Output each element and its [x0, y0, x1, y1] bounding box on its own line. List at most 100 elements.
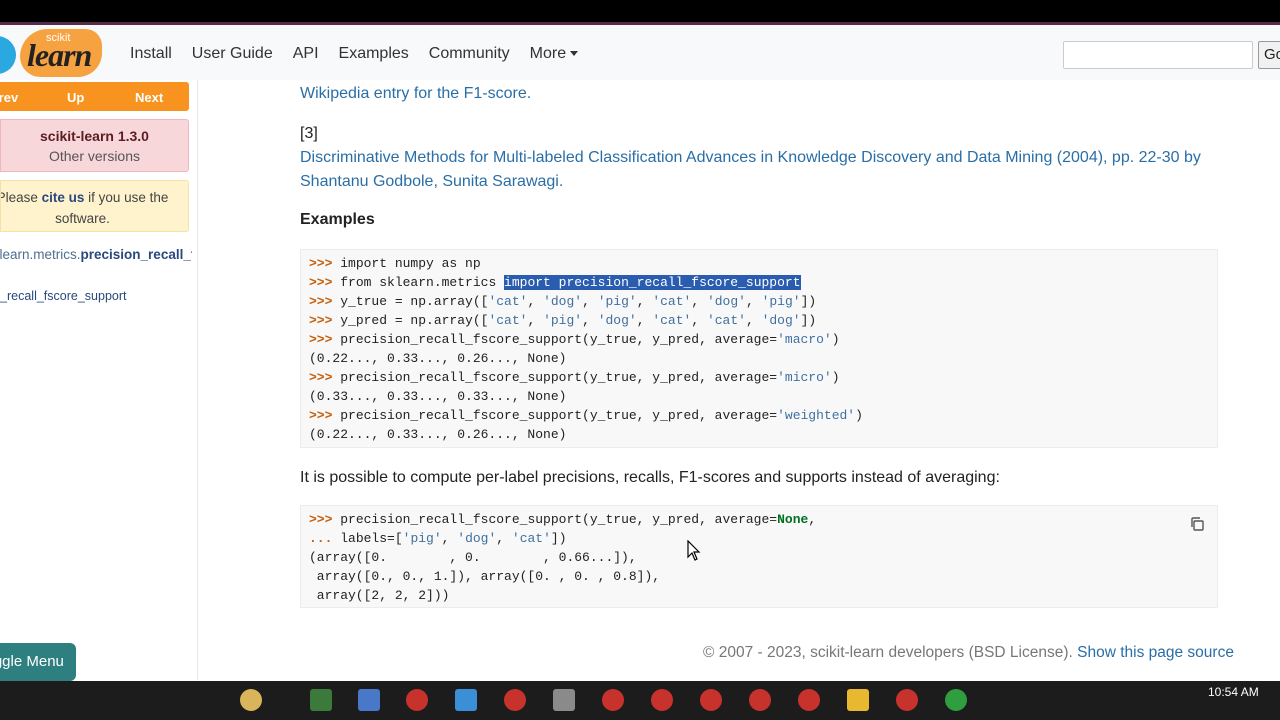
search-input[interactable]: [1063, 41, 1253, 69]
code-token: ,: [636, 313, 653, 328]
code-token: (array([0. , 0. , 0.66...]),: [309, 550, 637, 565]
code-token: 'micro': [777, 370, 832, 385]
code-line: >>> import numpy as np: [301, 254, 1217, 273]
code-token: 'pig': [597, 294, 637, 309]
taskbar-browser-icon[interactable]: [798, 689, 820, 711]
code-token: 'weighted': [777, 408, 856, 423]
nav-more-label: More: [529, 45, 567, 62]
code-token: 'macro': [777, 332, 832, 347]
code-token: 'dog': [457, 531, 497, 546]
sidebar: Prev Up Next scikit-learn 1.3.0 Other ve…: [0, 80, 198, 680]
code-token: 'dog': [761, 313, 801, 328]
cite-us-link[interactable]: cite us: [42, 190, 85, 205]
taskbar-browser-icon[interactable]: [749, 689, 771, 711]
version-title: scikit-learn 1.3.0: [40, 128, 149, 144]
code-token: ,: [527, 313, 544, 328]
code-prompt: >>>: [309, 408, 341, 423]
taskbar-app-icon[interactable]: [455, 689, 477, 711]
nav-links: Install User Guide API Examples Communit…: [130, 45, 598, 63]
code-line: >>> precision_recall_fscore_support(y_tr…: [301, 330, 1217, 349]
nav-community-link[interactable]: Community: [429, 45, 510, 63]
code-token: import precision_recall_fscore_support: [504, 275, 801, 290]
nav-more-dropdown[interactable]: More: [529, 45, 579, 63]
taskbar-browser-icon[interactable]: [651, 689, 673, 711]
code-prompt: >>>: [309, 370, 341, 385]
code-token: from sklearn.metrics: [340, 275, 505, 290]
taskbar-browser-icon[interactable]: [896, 689, 918, 711]
logo-learn-text[interactable]: learn: [27, 37, 92, 74]
taskbar-app-icon[interactable]: [310, 689, 332, 711]
code-token: 'dog': [706, 294, 746, 309]
code-token: precision_recall_fscore_support(y_true, …: [340, 370, 778, 385]
code-line: (0.22..., 0.33..., 0.26..., None): [301, 425, 1217, 444]
taskbar-browser-icon[interactable]: [406, 689, 428, 711]
up-button[interactable]: Up: [67, 90, 84, 105]
code-line: array([2, 2, 2])): [301, 586, 1217, 605]
reference-3-line-1[interactable]: Discriminative Methods for Multi-labeled…: [300, 146, 1201, 170]
version-box: scikit-learn 1.3.0 Other versions: [0, 119, 189, 172]
taskbar-app-icon[interactable]: [358, 689, 380, 711]
code-line: (array([0. , 0. , 0.66...]),: [301, 548, 1217, 567]
code-token: 'pig': [543, 313, 583, 328]
code-block-1[interactable]: >>> import numpy as np >>> from sklearn.m…: [300, 249, 1218, 448]
code-token: ,: [636, 294, 653, 309]
search-go-button[interactable]: Go: [1258, 41, 1280, 69]
other-versions-link[interactable]: Other versions: [1, 148, 188, 164]
code-token: ): [831, 370, 840, 385]
logo-blue-circle: [0, 36, 16, 74]
code-token: ,: [745, 294, 762, 309]
taskbar-browser-icon[interactable]: [602, 689, 624, 711]
code-block-2[interactable]: >>> precision_recall_fscore_support(y_tr…: [300, 505, 1218, 608]
code-line: >>> y_pred = np.array(['cat', 'pig', 'do…: [301, 311, 1217, 330]
code-prompt: >>>: [309, 512, 341, 527]
code-line: (0.33..., 0.33..., 0.33..., None): [301, 387, 1217, 406]
taskbar-browser-icon[interactable]: [504, 689, 526, 711]
code-token: 'cat': [652, 294, 692, 309]
code-token: ]): [800, 294, 817, 309]
per-label-paragraph: It is possible to compute per-label prec…: [300, 469, 1000, 486]
code-token: ]): [550, 531, 567, 546]
copy-icon[interactable]: [1189, 516, 1205, 532]
code-line: >>> from sklearn.metrics import precisio…: [301, 273, 1217, 292]
code-token: 'dog': [543, 294, 583, 309]
code-token: 'cat': [511, 531, 551, 546]
code-prompt: >>>: [309, 294, 341, 309]
toc-sub-entry[interactable]: precision_recall_fscore_support: [0, 289, 190, 303]
code-line: >>> precision_recall_fscore_support(y_tr…: [301, 510, 1217, 529]
code-token: ,: [691, 313, 707, 328]
code-token: ): [855, 408, 863, 423]
code-prompt: >>>: [309, 275, 341, 290]
footer-copyright: © 2007 - 2023, scikit-learn developers (…: [703, 644, 1073, 661]
taskbar-browser-icon[interactable]: [700, 689, 722, 711]
taskbar-user-icon[interactable]: [240, 689, 262, 711]
reference-3-line-2[interactable]: Shantanu Godbole, Sunita Sarawagi.: [300, 170, 563, 194]
wikipedia-reference-link[interactable]: Wikipedia entry for the F1-score.: [300, 82, 531, 106]
code-prompt: >>>: [309, 313, 341, 328]
code-token: 'cat': [488, 313, 528, 328]
nav-api-link[interactable]: API: [293, 45, 319, 63]
toggle-menu-button[interactable]: Toggle Menu: [0, 643, 76, 681]
code-line: >>> y_true = np.array(['cat', 'dog', 'pi…: [301, 292, 1217, 311]
toc-main-entry[interactable]: sklearn.metrics.precision_recall_fscore_…: [0, 244, 192, 266]
code-line: array([0., 0., 1.]), array([0. , 0. , 0.…: [301, 567, 1217, 586]
toc-module-text: sklearn.metrics.: [0, 247, 81, 262]
code-token: ,: [691, 294, 707, 309]
nav-examples-link[interactable]: Examples: [339, 45, 409, 63]
show-page-source-link[interactable]: Show this page source: [1077, 644, 1234, 661]
code-token: array([2, 2, 2])): [309, 588, 450, 603]
code-token: precision_recall_fscore_support(y_true, …: [340, 332, 778, 347]
nav-install-link[interactable]: Install: [130, 45, 172, 63]
code-token: array([0., 0., 1.]), array([0. , 0. , 0.…: [309, 569, 661, 584]
taskbar-folder-icon[interactable]: [847, 689, 869, 711]
taskbar-app-icon[interactable]: [945, 689, 967, 711]
next-button[interactable]: Next: [135, 90, 163, 105]
code-token: 'cat': [706, 313, 746, 328]
code-token: ]): [800, 313, 817, 328]
code-token: y_pred = np.array([: [340, 313, 489, 328]
code-token: ,: [441, 531, 458, 546]
prev-button[interactable]: Prev: [0, 90, 18, 105]
code-token: 'pig': [402, 531, 442, 546]
code-prompt: ...: [309, 531, 341, 546]
taskbar-app-icon[interactable]: [553, 689, 575, 711]
nav-user-guide-link[interactable]: User Guide: [192, 45, 273, 63]
